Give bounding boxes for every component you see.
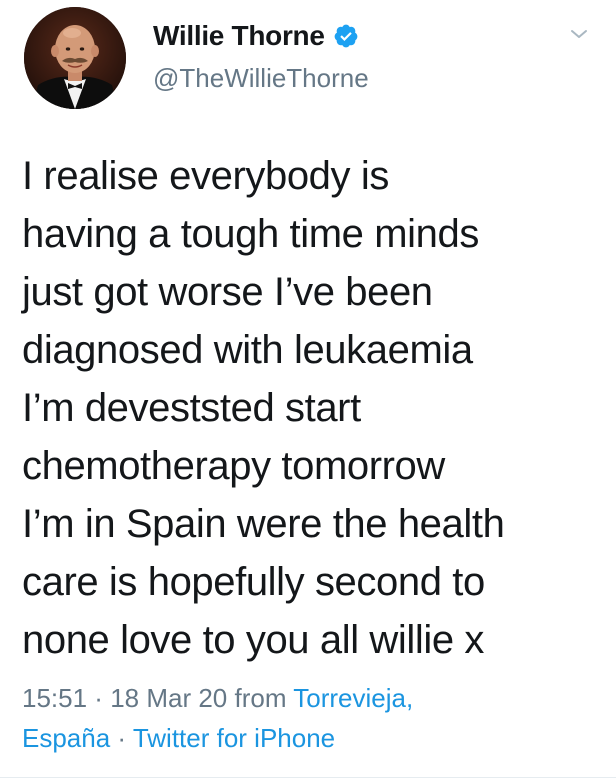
tweet: Willie Thorne @TheWillieThorne I realise…	[0, 0, 616, 783]
tweet-text-line: diagnosed with leukaemia	[22, 328, 473, 372]
from-label: from	[227, 683, 294, 713]
meta-line-2: España · Twitter for iPhone	[22, 718, 607, 758]
meta-separator: ·	[110, 723, 133, 753]
tweet-time[interactable]: 15:51	[22, 683, 87, 713]
location-link[interactable]: Torrevieja,	[293, 683, 413, 713]
tweet-metadata: 15:51 · 18 Mar 20 from Torrevieja, Españ…	[22, 678, 607, 758]
tweet-text-line: I realise everybody is	[22, 154, 389, 198]
tweet-text-line: having a tough time minds	[22, 212, 479, 256]
chevron-down-icon	[571, 30, 587, 38]
source-link[interactable]: Twitter for iPhone	[133, 723, 335, 753]
avatar-image	[24, 7, 126, 109]
meta-line-1: 15:51 · 18 Mar 20 from Torrevieja,	[22, 678, 607, 718]
tweet-text-line: none love to you all willie x	[22, 618, 484, 662]
tweet-date[interactable]: 18 Mar 20	[110, 683, 227, 713]
display-name-row: Willie Thorne	[153, 16, 359, 56]
tweet-text-line: I’m deveststed start	[22, 386, 361, 430]
avatar[interactable]	[24, 7, 126, 109]
tweet-text-line: care is hopefully second to	[22, 560, 485, 604]
tweet-text-line: chemotherapy tomorrow	[22, 444, 445, 488]
display-name[interactable]: Willie Thorne	[153, 20, 325, 52]
tweet-text-line: just got worse I’ve been	[22, 270, 433, 314]
tweet-text-line: I’m in Spain were the health	[22, 502, 505, 546]
verified-badge-icon	[333, 23, 359, 49]
tweet-menu-button[interactable]	[567, 22, 591, 46]
divider	[0, 777, 616, 778]
location-link-continued[interactable]: España	[22, 723, 110, 753]
tweet-text: I realise everybody is having a tough ti…	[22, 147, 607, 669]
meta-separator: ·	[87, 683, 111, 713]
user-handle[interactable]: @TheWillieThorne	[153, 63, 369, 94]
